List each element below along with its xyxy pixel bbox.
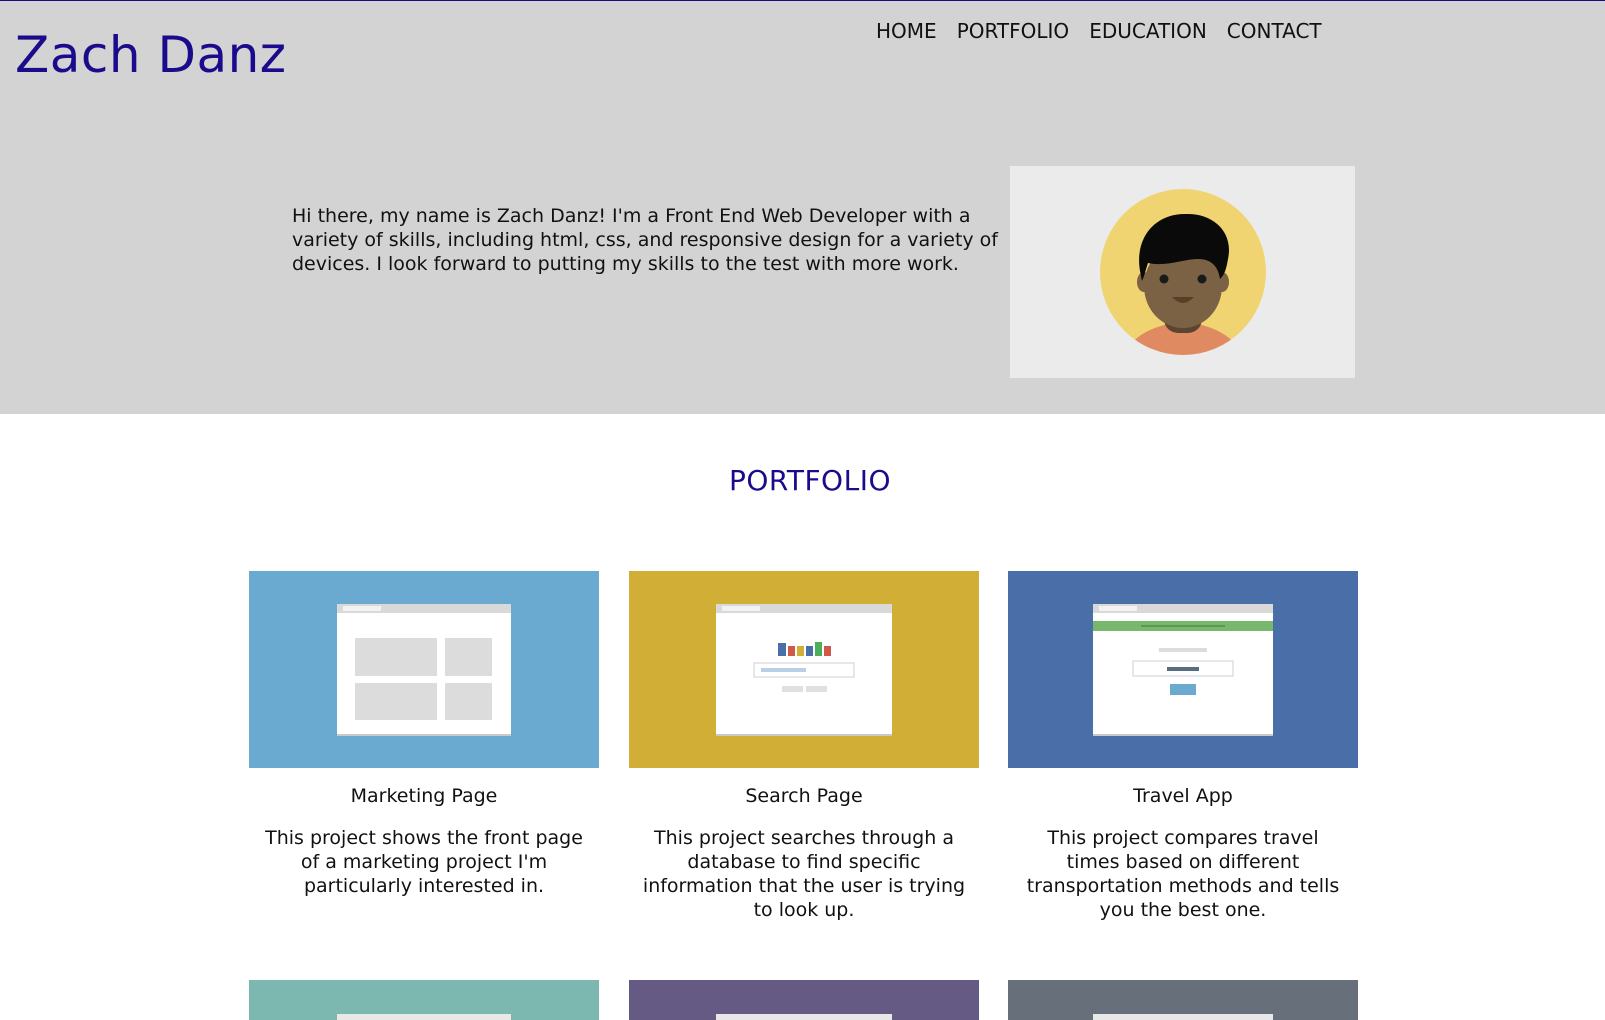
avatar-frame (1010, 166, 1355, 378)
marketing-thumbnail-image (249, 571, 599, 768)
portfolio-heading: PORTFOLIO (729, 464, 891, 497)
project-title[interactable]: Marketing Page (249, 784, 599, 808)
project-thumbnail[interactable] (249, 980, 599, 1020)
site-brand[interactable]: Zach Danz (15, 27, 287, 83)
project-title[interactable]: Travel App (1008, 784, 1358, 808)
nav-home[interactable]: HOME (876, 19, 937, 43)
avatar (1100, 189, 1266, 355)
hero-header: Zach Danz HOME PORTFOLIO EDUCATION CONTA… (0, 0, 1605, 414)
project-card-6[interactable] (1008, 980, 1358, 1020)
project-thumbnail[interactable] (1008, 980, 1358, 1020)
project-thumbnail[interactable] (629, 571, 979, 768)
project-description: This project compares travel times based… (1026, 827, 1340, 921)
project-thumbnail[interactable] (249, 571, 599, 768)
project-description: This project searches through a database… (642, 827, 966, 921)
project-thumbnail[interactable] (629, 980, 979, 1020)
project-4-thumbnail-image (249, 980, 599, 1020)
project-card-travel[interactable]: Travel App This project compares travel … (1008, 571, 1358, 922)
search-thumbnail-image (629, 571, 979, 768)
project-description: This project shows the front page of a m… (265, 827, 583, 897)
project-title[interactable]: Search Page (629, 784, 979, 808)
project-card-4[interactable] (249, 980, 599, 1020)
nav-contact[interactable]: CONTACT (1227, 19, 1322, 43)
nav-portfolio[interactable]: PORTFOLIO (957, 19, 1070, 43)
project-thumbnail[interactable] (1008, 571, 1358, 768)
project-card-search[interactable]: Search Page This project searches throug… (629, 571, 979, 922)
main-nav: HOME PORTFOLIO EDUCATION CONTACT (876, 19, 1322, 43)
travel-thumbnail-image (1008, 571, 1358, 768)
project-6-thumbnail-image (1008, 980, 1358, 1020)
project-card-marketing[interactable]: Marketing Page This project shows the fr… (249, 571, 599, 898)
nav-education[interactable]: EDUCATION (1089, 19, 1207, 43)
project-card-5[interactable] (629, 980, 979, 1020)
project-5-thumbnail-image (629, 980, 979, 1020)
intro-text: Hi there, my name is Zach Danz! I'm a Fr… (292, 205, 998, 275)
